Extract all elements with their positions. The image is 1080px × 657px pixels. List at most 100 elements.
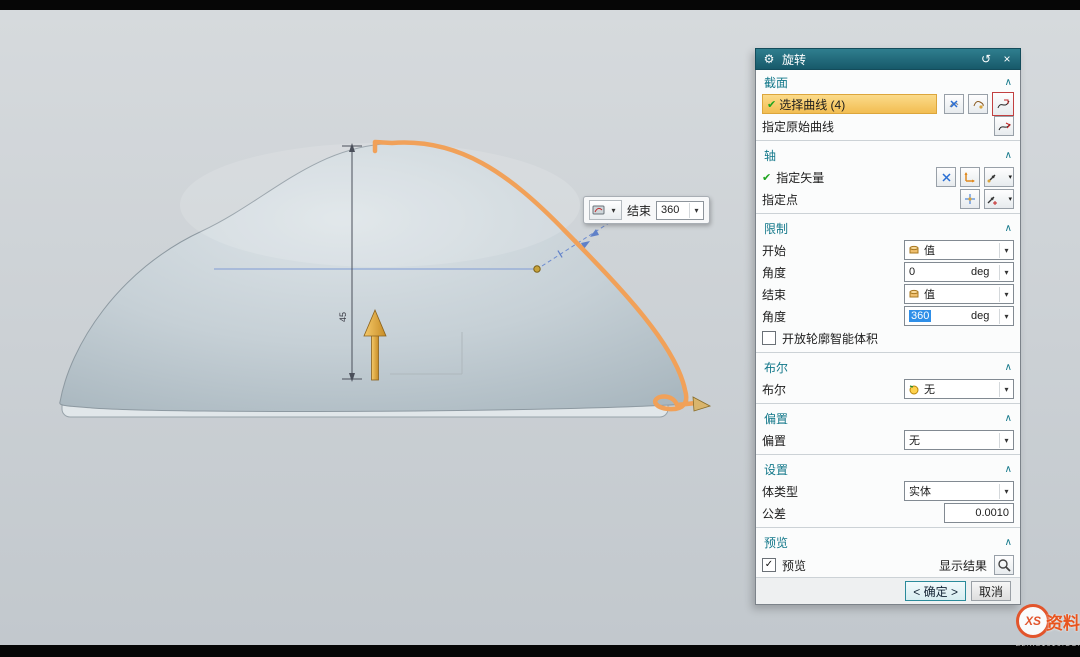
ok-button[interactable]: < 确定 > <box>905 581 966 601</box>
tolerance-input[interactable]: 0.0010 <box>944 503 1014 523</box>
show-result-button[interactable] <box>994 555 1014 575</box>
start-angle-field[interactable]: 0 deg ▾ <box>904 262 1014 282</box>
profile-end-arrow-icon[interactable] <box>693 397 710 411</box>
end-angle-value: 360 <box>657 204 689 216</box>
show-result-label: 显示结果 <box>939 557 987 574</box>
boolean-dropdown[interactable]: 无 ▾ <box>904 379 1014 399</box>
dropdown-arrow-icon: ▾ <box>999 433 1013 448</box>
deselect-curve-button[interactable] <box>944 94 964 114</box>
dropdown-arrow-icon: ▾ <box>1008 195 1012 203</box>
dropdown-arrow-icon: ▾ <box>999 265 1013 280</box>
magnifier-icon <box>997 558 1011 572</box>
letterbox-top <box>0 0 1080 10</box>
reset-button[interactable]: ↺ <box>978 52 994 66</box>
start-type-dropdown[interactable]: 值 ▾ <box>904 240 1014 260</box>
cancel-button[interactable]: 取消 <box>971 581 1011 601</box>
end-type-dropdown[interactable]: 值 ▾ <box>904 284 1014 304</box>
chevron-up-icon: ∧ <box>1005 413 1012 424</box>
chevron-up-icon: ∧ <box>1005 223 1012 234</box>
measure-icon <box>908 244 920 256</box>
body-type-value: 实体 <box>905 483 999 499</box>
direction-arrow-shaft[interactable] <box>372 334 379 380</box>
separator <box>756 352 1020 353</box>
specify-point-row: 指定点 ▾ <box>756 188 1020 210</box>
offset-row: 偏置 无 ▾ <box>756 429 1020 451</box>
dialog-title: 旋转 <box>782 51 806 68</box>
dropdown-arrow-icon: ▾ <box>608 206 619 215</box>
preview-row: ✓ 预览 显示结果 <box>756 553 1020 577</box>
chevron-up-icon: ∧ <box>1005 150 1012 161</box>
end-angle-row: 角度 360 deg ▾ <box>756 305 1020 327</box>
watermark-logo: XS <box>1016 604 1050 638</box>
check-icon: ✔ <box>762 171 771 184</box>
separator <box>756 213 1020 214</box>
end-label: 结束 <box>762 286 786 303</box>
offset-label: 偏置 <box>762 432 786 449</box>
deselect-icon <box>948 98 960 110</box>
end-row: 结束 值 ▾ <box>756 283 1020 305</box>
vector-constructor-icon <box>986 172 997 183</box>
separator <box>756 140 1020 141</box>
section-header-section[interactable]: 截面 ∧ <box>756 71 1020 93</box>
dropdown-arrow-icon: ▾ <box>999 243 1013 258</box>
deselect-vector-button[interactable] <box>936 167 956 187</box>
limit-option-button[interactable]: ▾ <box>589 200 622 220</box>
watermark-url: ZL.XS1616.COM <box>1016 641 1080 648</box>
vector-constructor-button[interactable]: ▾ <box>984 167 1014 187</box>
preview-checkbox[interactable]: ✓ <box>762 558 776 572</box>
end-angle-dropdown[interactable]: 360 ▾ <box>656 201 704 220</box>
start-type-value: 值 <box>920 242 999 258</box>
section-header-preview[interactable]: 预览 ∧ <box>756 531 1020 553</box>
chevron-up-icon: ∧ <box>1005 362 1012 373</box>
preview-header-label: 预览 <box>764 534 788 551</box>
open-profile-label: 开放轮廓智能体积 <box>782 330 878 347</box>
offset-header-label: 偏置 <box>764 410 788 427</box>
specify-vector-row: ✔ 指定矢量 <box>756 166 1020 188</box>
origin-curve-row: 指定原始曲线 <box>756 115 1020 137</box>
dialog-titlebar[interactable]: ⚙ 旋转 ↺ × <box>755 48 1021 70</box>
start-angle-value: 0 <box>905 266 971 278</box>
dimension-value-label: 45 <box>338 312 348 322</box>
preview-label: 预览 <box>782 557 806 574</box>
on-screen-limit-toolbar: ▾ 结束 360 ▾ <box>583 196 710 224</box>
close-button[interactable]: × <box>999 52 1015 66</box>
point-constructor-icon <box>986 194 997 205</box>
section-header-limits[interactable]: 限制 ∧ <box>756 217 1020 239</box>
separator <box>756 403 1020 404</box>
boolean-value: 无 <box>920 381 999 397</box>
origin-curve-label: 指定原始曲线 <box>762 118 834 135</box>
vector-dialog-button[interactable] <box>960 167 980 187</box>
end-angle-field[interactable]: 360 deg ▾ <box>904 306 1014 326</box>
select-curve-row: ✔ 选择曲线 (4) <box>756 93 1020 115</box>
specify-vector-label: 指定矢量 <box>776 169 824 186</box>
dropdown-arrow-icon: ▾ <box>999 287 1013 302</box>
point-dialog-button[interactable] <box>960 189 980 209</box>
app-window: 45 ▾ 结束 360 ▾ ⚙ <box>0 0 1080 657</box>
dialog-footer: < 确定 > 取消 <box>756 577 1020 604</box>
section-header-settings[interactable]: 设置 ∧ <box>756 458 1020 480</box>
offset-dropdown[interactable]: 无 ▾ <box>904 430 1014 450</box>
section-header-offset[interactable]: 偏置 ∧ <box>756 407 1020 429</box>
chevron-up-icon: ∧ <box>1005 464 1012 475</box>
tolerance-row: 公差 0.0010 <box>756 502 1020 524</box>
open-profile-checkbox[interactable] <box>762 331 776 345</box>
curve-select-button[interactable] <box>968 94 988 114</box>
boolean-row: 布尔 无 ▾ <box>756 378 1020 400</box>
tolerance-label: 公差 <box>762 505 786 522</box>
origin-curve-button[interactable] <box>994 116 1014 136</box>
section-header-boolean[interactable]: 布尔 ∧ <box>756 356 1020 378</box>
dropdown-arrow-icon: ▾ <box>999 484 1013 499</box>
body-type-dropdown[interactable]: 实体 ▾ <box>904 481 1014 501</box>
select-curve-label: 选择曲线 (4) <box>779 96 845 113</box>
tolerance-value: 0.0010 <box>975 507 1009 519</box>
dropdown-arrow-icon: ▾ <box>999 309 1013 324</box>
curve-rule-button[interactable] <box>992 92 1014 116</box>
section-header-axis[interactable]: 轴 ∧ <box>756 144 1020 166</box>
settings-header-label: 设置 <box>764 461 788 478</box>
start-row: 开始 值 ▾ <box>756 239 1020 261</box>
boolean-header-label: 布尔 <box>764 359 788 376</box>
deselect-icon <box>941 172 952 183</box>
axis-origin-handle[interactable] <box>534 266 540 272</box>
point-constructor-button[interactable]: ▾ <box>984 189 1014 209</box>
select-curve-field[interactable]: ✔ 选择曲线 (4) <box>762 94 937 114</box>
